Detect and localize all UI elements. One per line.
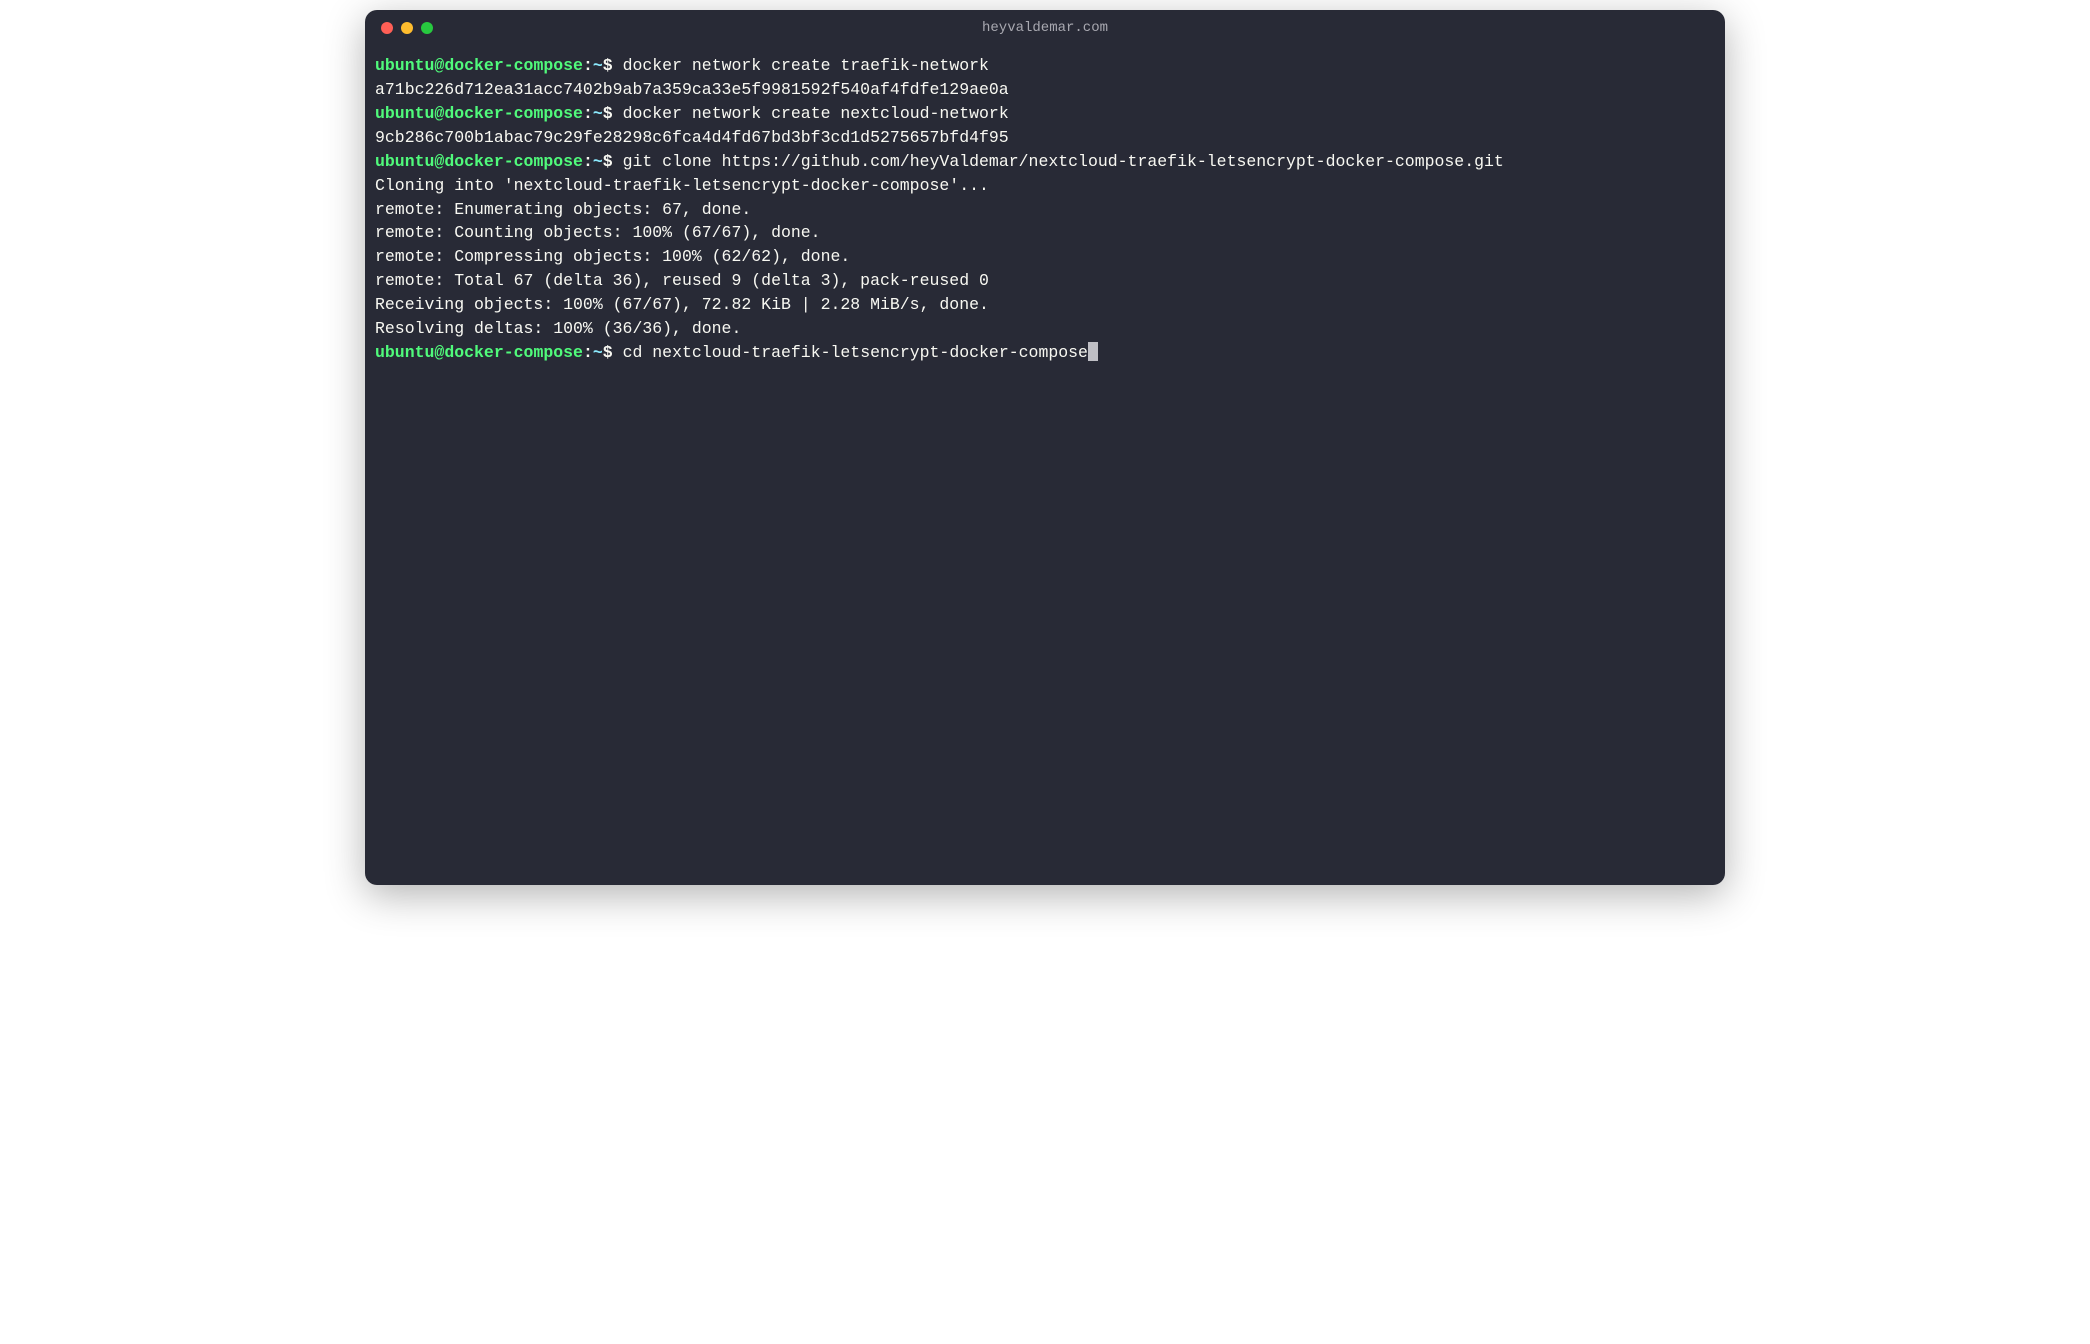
minimize-button[interactable] [401, 22, 413, 34]
terminal-line: ubuntu@docker-compose:~$ cd nextcloud-tr… [375, 341, 1715, 365]
prompt-at: @ [434, 104, 444, 123]
terminal-output: remote: Total 67 (delta 36), reused 9 (d… [375, 269, 1715, 293]
terminal-line: ubuntu@docker-compose:~$ docker network … [375, 54, 1715, 78]
prompt-dollar: $ [603, 56, 613, 75]
cursor [1088, 342, 1098, 361]
terminal-output: Resolving deltas: 100% (36/36), done. [375, 317, 1715, 341]
prompt-colon: : [583, 152, 593, 171]
terminal-line: ubuntu@docker-compose:~$ git clone https… [375, 150, 1715, 174]
terminal-window: heyvaldemar.com ubuntu@docker-compose:~$… [365, 10, 1725, 885]
terminal-output: remote: Enumerating objects: 67, done. [375, 198, 1715, 222]
prompt-dollar: $ [603, 104, 613, 123]
prompt-path: ~ [593, 152, 603, 171]
prompt-colon: : [583, 343, 593, 362]
title-bar: heyvaldemar.com [365, 10, 1725, 46]
terminal-line: ubuntu@docker-compose:~$ docker network … [375, 102, 1715, 126]
prompt-path: ~ [593, 56, 603, 75]
prompt-at: @ [434, 152, 444, 171]
close-button[interactable] [381, 22, 393, 34]
prompt-user: ubuntu [375, 56, 434, 75]
prompt-colon: : [583, 56, 593, 75]
command-text: cd nextcloud-traefik-letsencrypt-docker-… [613, 343, 1088, 362]
terminal-output: remote: Compressing objects: 100% (62/62… [375, 245, 1715, 269]
maximize-button[interactable] [421, 22, 433, 34]
prompt-host: docker-compose [444, 152, 583, 171]
terminal-output: 9cb286c700b1abac79c29fe28298c6fca4d4fd67… [375, 126, 1715, 150]
prompt-colon: : [583, 104, 593, 123]
prompt-user: ubuntu [375, 343, 434, 362]
terminal-output: Cloning into 'nextcloud-traefik-letsencr… [375, 174, 1715, 198]
traffic-lights [381, 22, 433, 34]
prompt-user: ubuntu [375, 152, 434, 171]
prompt-user: ubuntu [375, 104, 434, 123]
prompt-dollar: $ [603, 152, 613, 171]
command-text: docker network create nextcloud-network [613, 104, 1009, 123]
prompt-at: @ [434, 343, 444, 362]
terminal-body[interactable]: ubuntu@docker-compose:~$ docker network … [365, 46, 1725, 885]
prompt-host: docker-compose [444, 343, 583, 362]
command-text: git clone https://github.com/heyValdemar… [613, 152, 1504, 171]
command-text: docker network create traefik-network [613, 56, 989, 75]
prompt-host: docker-compose [444, 56, 583, 75]
window-title: heyvaldemar.com [982, 20, 1108, 36]
terminal-output: remote: Counting objects: 100% (67/67), … [375, 221, 1715, 245]
prompt-at: @ [434, 56, 444, 75]
terminal-output: a71bc226d712ea31acc7402b9ab7a359ca33e5f9… [375, 78, 1715, 102]
prompt-dollar: $ [603, 343, 613, 362]
prompt-path: ~ [593, 343, 603, 362]
prompt-host: docker-compose [444, 104, 583, 123]
terminal-output: Receiving objects: 100% (67/67), 72.82 K… [375, 293, 1715, 317]
prompt-path: ~ [593, 104, 603, 123]
